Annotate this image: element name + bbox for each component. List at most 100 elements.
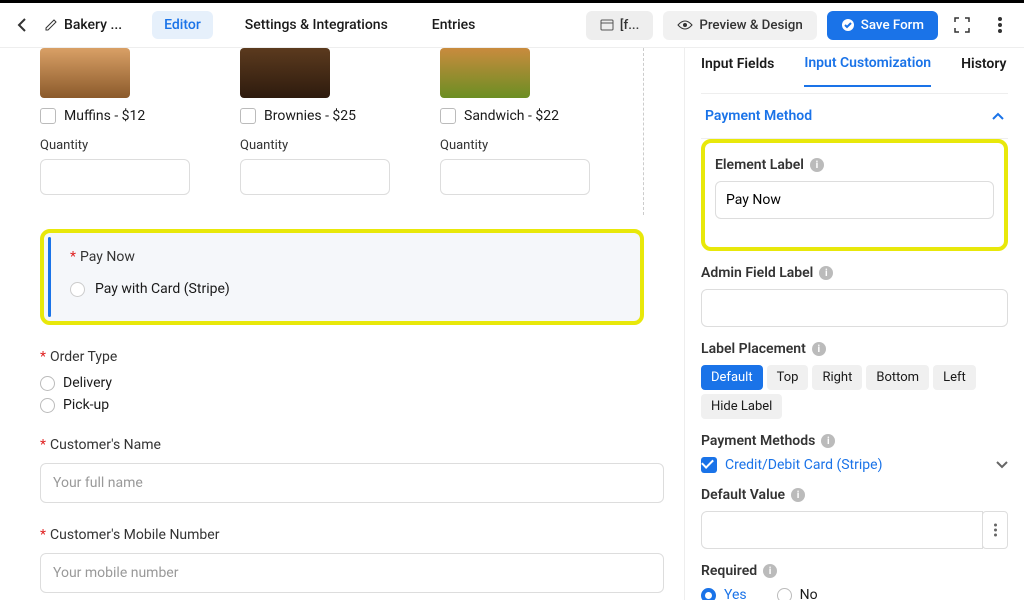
- checkbox-icon: [440, 108, 456, 124]
- placement-top[interactable]: Top: [767, 365, 809, 390]
- chevron-up-icon: [992, 112, 1004, 120]
- product-label: Muffins - $12: [64, 108, 145, 124]
- radio-icon: [777, 588, 792, 600]
- product-image: [440, 48, 530, 98]
- nav-entries[interactable]: Entries: [420, 11, 488, 39]
- quantity-label: Quantity: [240, 138, 410, 153]
- product-grid: Muffins - $12 Quantity Brownies - $25 Qu…: [40, 48, 644, 215]
- order-type-option[interactable]: Pick-up: [40, 397, 664, 413]
- required-title: Requiredi: [701, 563, 1008, 579]
- shortcode-label: [f...: [620, 18, 639, 33]
- payment-method-item[interactable]: Credit/Debit Card (Stripe): [701, 457, 1008, 473]
- customer-name-input[interactable]: Your full name: [40, 463, 664, 503]
- info-icon[interactable]: i: [821, 434, 835, 448]
- main-nav: Editor Settings & Integrations Entries: [152, 11, 487, 39]
- default-value-menu[interactable]: [982, 511, 1008, 549]
- product-checkbox-row[interactable]: Brownies - $25: [240, 108, 410, 124]
- quantity-input[interactable]: [240, 159, 390, 195]
- shortcode-icon: [600, 18, 614, 32]
- order-type-option[interactable]: Delivery: [40, 375, 664, 391]
- radio-icon: [70, 282, 85, 297]
- paynow-option[interactable]: Pay with Card (Stripe): [70, 281, 624, 297]
- default-value-title: Default Valuei: [701, 487, 1008, 503]
- radio-selected-icon: [701, 588, 716, 600]
- sidebar-tabs: Input Fields Input Customization History: [701, 48, 1008, 94]
- default-value-input[interactable]: [701, 511, 983, 549]
- preview-label: Preview & Design: [699, 18, 802, 33]
- placement-right[interactable]: Right: [812, 365, 862, 390]
- form-canvas: Muffins - $12 Quantity Brownies - $25 Qu…: [0, 48, 684, 600]
- product-image: [240, 48, 330, 98]
- label-placement-options: Default Top Right Bottom Left Hide Label: [701, 365, 1008, 419]
- customer-mobile-label: *Customer's Mobile Number: [40, 527, 664, 543]
- tab-history[interactable]: History: [961, 56, 1006, 86]
- shortcode-button[interactable]: [f...: [586, 11, 653, 40]
- properties-sidebar: Input Fields Input Customization History…: [684, 48, 1024, 600]
- info-icon[interactable]: i: [810, 158, 824, 172]
- product-image: [40, 48, 130, 98]
- nav-settings[interactable]: Settings & Integrations: [233, 11, 400, 39]
- checkbox-checked-icon: [701, 457, 717, 473]
- more-button[interactable]: [986, 11, 1014, 39]
- element-label-highlight: Element Labeli: [701, 139, 1008, 251]
- expand-icon: [953, 16, 971, 34]
- info-icon[interactable]: i: [812, 342, 826, 356]
- section-payment-method[interactable]: Payment Method: [701, 94, 1008, 139]
- paynow-option-label: Pay with Card (Stripe): [95, 281, 230, 297]
- more-vertical-icon: [994, 523, 997, 537]
- edit-icon: [44, 18, 58, 32]
- quantity-input[interactable]: [40, 159, 190, 195]
- nav-editor[interactable]: Editor: [152, 11, 213, 39]
- chevron-down-icon[interactable]: [996, 461, 1008, 469]
- product-muffins: Muffins - $12 Quantity: [40, 48, 210, 195]
- product-checkbox-row[interactable]: Muffins - $12: [40, 108, 210, 124]
- product-sandwich: Sandwich - $22 Quantity: [440, 48, 610, 195]
- label-placement-title: Label Placementi: [701, 341, 1008, 357]
- product-brownies: Brownies - $25 Quantity: [240, 48, 410, 195]
- main-area: Muffins - $12 Quantity Brownies - $25 Qu…: [0, 48, 1024, 600]
- radio-icon: [40, 398, 55, 413]
- admin-label-input[interactable]: [701, 289, 1008, 327]
- required-yes[interactable]: Yes: [701, 587, 747, 600]
- paynow-field-selected[interactable]: *Pay Now Pay with Card (Stripe): [40, 229, 644, 325]
- placement-bottom[interactable]: Bottom: [866, 365, 929, 390]
- customer-mobile-input[interactable]: Your mobile number: [40, 553, 664, 593]
- required-options: Yes No: [701, 587, 1008, 600]
- product-checkbox-row[interactable]: Sandwich - $22: [440, 108, 610, 124]
- back-button[interactable]: [10, 17, 34, 33]
- radio-icon: [40, 376, 55, 391]
- preview-button[interactable]: Preview & Design: [663, 11, 816, 40]
- admin-label-title: Admin Field Labeli: [701, 265, 1008, 281]
- form-title-text: Bakery ...: [64, 17, 122, 33]
- quantity-input[interactable]: [440, 159, 590, 195]
- tab-input-customization[interactable]: Input Customization: [804, 55, 931, 87]
- customer-name-field[interactable]: *Customer's Name Your full name: [40, 437, 664, 503]
- info-icon[interactable]: i: [819, 266, 833, 280]
- tab-input-fields[interactable]: Input Fields: [701, 56, 774, 86]
- checkbox-icon: [240, 108, 256, 124]
- element-label-title: Element Labeli: [715, 157, 994, 173]
- more-vertical-icon: [998, 17, 1002, 33]
- customer-mobile-field[interactable]: *Customer's Mobile Number Your mobile nu…: [40, 527, 664, 593]
- save-label: Save Form: [861, 18, 924, 33]
- eye-icon: [677, 19, 693, 31]
- fullscreen-button[interactable]: [948, 11, 976, 39]
- placement-hide[interactable]: Hide Label: [701, 394, 782, 419]
- form-title[interactable]: Bakery ...: [44, 17, 122, 33]
- quantity-label: Quantity: [40, 138, 210, 153]
- checkbox-icon: [40, 108, 56, 124]
- product-label: Brownies - $25: [264, 108, 356, 124]
- customer-name-label: *Customer's Name: [40, 437, 664, 453]
- product-label: Sandwich - $22: [464, 108, 559, 124]
- element-label-input[interactable]: [715, 181, 994, 219]
- placement-left[interactable]: Left: [933, 365, 976, 390]
- check-circle-icon: [841, 18, 855, 32]
- section-title: Payment Method: [705, 108, 812, 124]
- order-type-field[interactable]: *Order Type Delivery Pick-up: [40, 349, 664, 413]
- save-button[interactable]: Save Form: [827, 11, 938, 40]
- placement-default[interactable]: Default: [701, 365, 763, 390]
- order-type-label: *Order Type: [40, 349, 664, 365]
- info-icon[interactable]: i: [791, 488, 805, 502]
- required-no[interactable]: No: [777, 587, 818, 600]
- info-icon[interactable]: i: [763, 564, 777, 578]
